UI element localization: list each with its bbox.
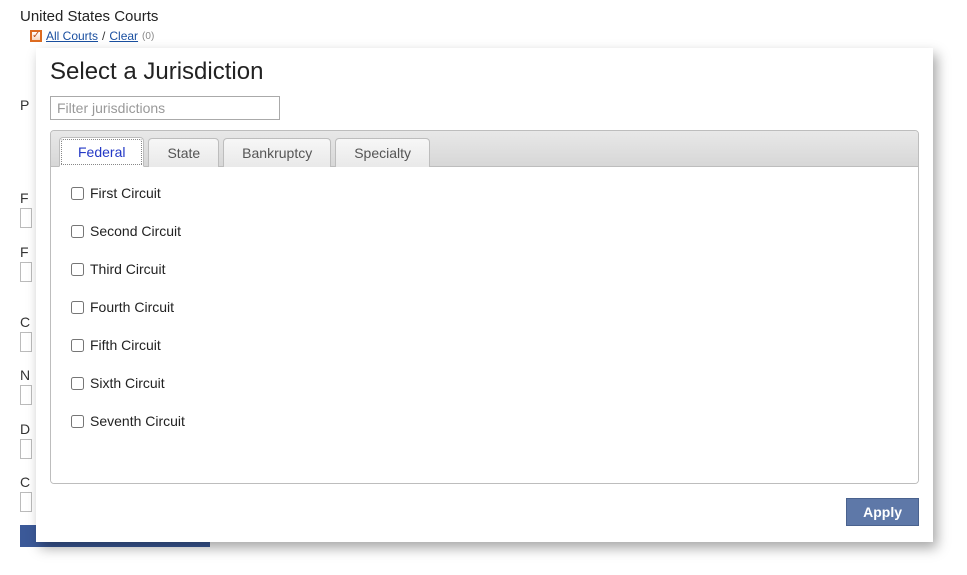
circuit-item[interactable]: Third Circuit (71, 261, 898, 277)
bg-input-fragment (20, 492, 32, 512)
circuit-checkbox[interactable] (71, 301, 84, 314)
modal-title: Select a Jurisdiction (50, 58, 919, 86)
bg-clear-link[interactable]: Clear (109, 29, 138, 43)
circuit-item[interactable]: First Circuit (71, 185, 898, 201)
bg-label-fragment: F (20, 244, 29, 260)
circuit-label: Sixth Circuit (90, 375, 165, 391)
bg-input-fragment (20, 262, 32, 282)
circuit-checkbox[interactable] (71, 339, 84, 352)
bg-label-fragment: N (20, 367, 30, 383)
circuit-item[interactable]: Seventh Circuit (71, 413, 898, 429)
circuit-checkbox[interactable] (71, 263, 84, 276)
bg-label-fragment: D (20, 421, 30, 437)
bg-input-fragment (20, 385, 32, 405)
circuit-checkbox[interactable] (71, 187, 84, 200)
tab-federal[interactable]: Federal (59, 137, 144, 167)
circuit-item[interactable]: Fourth Circuit (71, 299, 898, 315)
tabs-bar: Federal State Bankruptcy Specialty (51, 131, 918, 167)
bg-heading: United States Courts (20, 8, 947, 25)
bg-all-clear-row: All Courts / Clear (0) (30, 29, 947, 43)
tab-specialty[interactable]: Specialty (335, 138, 430, 167)
bg-all-link[interactable]: All Courts (46, 29, 98, 43)
circuit-checkbox[interactable] (71, 415, 84, 428)
tabs-container: Federal State Bankruptcy Specialty First… (50, 130, 919, 484)
tab-bankruptcy[interactable]: Bankruptcy (223, 138, 331, 167)
checkbox-icon (30, 30, 42, 42)
circuit-label: Third Circuit (90, 261, 165, 277)
background-page: United States Courts All Courts / Clear … (0, 0, 967, 51)
bg-input-fragment (20, 439, 32, 459)
circuit-label: Second Circuit (90, 223, 181, 239)
circuit-item[interactable]: Sixth Circuit (71, 375, 898, 391)
circuit-label: Fifth Circuit (90, 337, 161, 353)
apply-button[interactable]: Apply (846, 498, 919, 526)
circuit-item[interactable]: Fifth Circuit (71, 337, 898, 353)
jurisdiction-modal: Select a Jurisdiction Federal State Bank… (36, 48, 933, 542)
bg-input-fragment (20, 208, 32, 228)
filter-jurisdictions-input[interactable] (50, 96, 280, 120)
bg-label-fragment: C (20, 474, 30, 490)
circuit-label: First Circuit (90, 185, 161, 201)
circuit-checkbox[interactable] (71, 225, 84, 238)
circuit-checkbox[interactable] (71, 377, 84, 390)
modal-footer: Apply (36, 498, 933, 540)
bg-label-fragment: F (20, 190, 29, 206)
circuit-label: Seventh Circuit (90, 413, 185, 429)
bg-count: (0) (142, 31, 154, 42)
bg-input-fragment (20, 332, 32, 352)
circuit-item[interactable]: Second Circuit (71, 223, 898, 239)
bg-label-fragment: P (20, 97, 29, 113)
bg-label-fragment: C (20, 314, 30, 330)
tab-state[interactable]: State (148, 138, 219, 167)
circuit-label: Fourth Circuit (90, 299, 174, 315)
tab-panel-federal: First Circuit Second Circuit Third Circu… (51, 167, 918, 483)
